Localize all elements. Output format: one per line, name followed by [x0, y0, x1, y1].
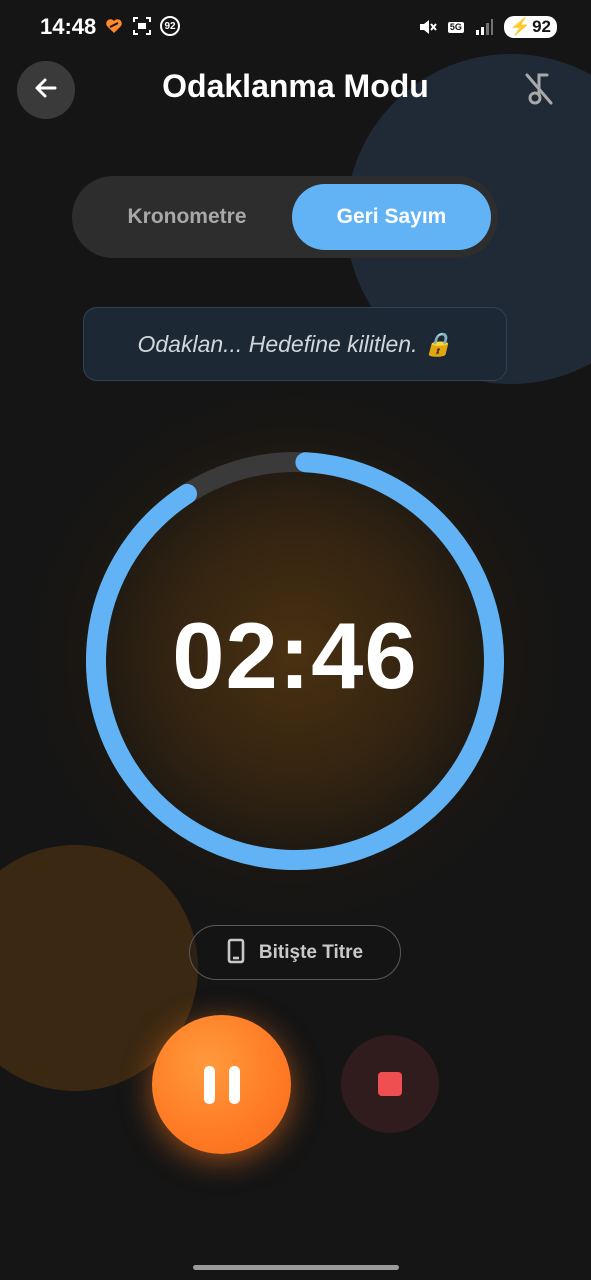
- pause-icon: [203, 1065, 215, 1104]
- status-bar: 14:48 92 5G ⚡ 92: [0, 0, 591, 60]
- battery-level: 92: [532, 17, 551, 36]
- page-title: Odaklanma Modu: [162, 68, 429, 104]
- signal-icon: [474, 17, 494, 37]
- mode-toggle: Kronometre Geri Sayım: [72, 176, 498, 258]
- stop-icon: [378, 1072, 402, 1096]
- vibrate-label: Bitişte Titre: [258, 941, 364, 963]
- mute-icon: [418, 17, 438, 37]
- pause-button[interactable]: [152, 1015, 291, 1154]
- pause-icon-bar: [228, 1065, 240, 1104]
- stop-button[interactable]: [341, 1035, 439, 1133]
- timer-display: 02:46: [172, 603, 418, 708]
- screenshot-icon: [132, 16, 152, 36]
- motivation-quote: Odaklan... Hedefine kilitlen. 🔒: [83, 307, 507, 381]
- focus-mode-screen: 14:48 92 5G ⚡ 92 Odaklanma Modu Kronomet…: [0, 0, 591, 1280]
- status-notification-icons: 92: [104, 16, 180, 36]
- music-off-icon: [523, 71, 555, 111]
- tab-geri-sayim[interactable]: Geri Sayım: [292, 184, 491, 250]
- status-time: 14:48: [40, 14, 97, 39]
- phone-vibrate-icon: [227, 938, 245, 968]
- music-toggle-button[interactable]: [516, 68, 562, 114]
- charging-bolt-icon: ⚡: [509, 17, 532, 36]
- app-heart-icon: [104, 16, 124, 36]
- battery-indicator: ⚡ 92: [503, 16, 557, 38]
- tab-kronometre[interactable]: Kronometre: [92, 184, 282, 250]
- network-type-badge: 5G: [447, 21, 464, 33]
- home-indicator[interactable]: [193, 1265, 399, 1270]
- status-system-icons: 5G ⚡ 92: [418, 16, 557, 38]
- vibrate-on-finish-toggle[interactable]: Bitişte Titre: [189, 925, 401, 980]
- notification-count-badge: 92: [160, 16, 180, 36]
